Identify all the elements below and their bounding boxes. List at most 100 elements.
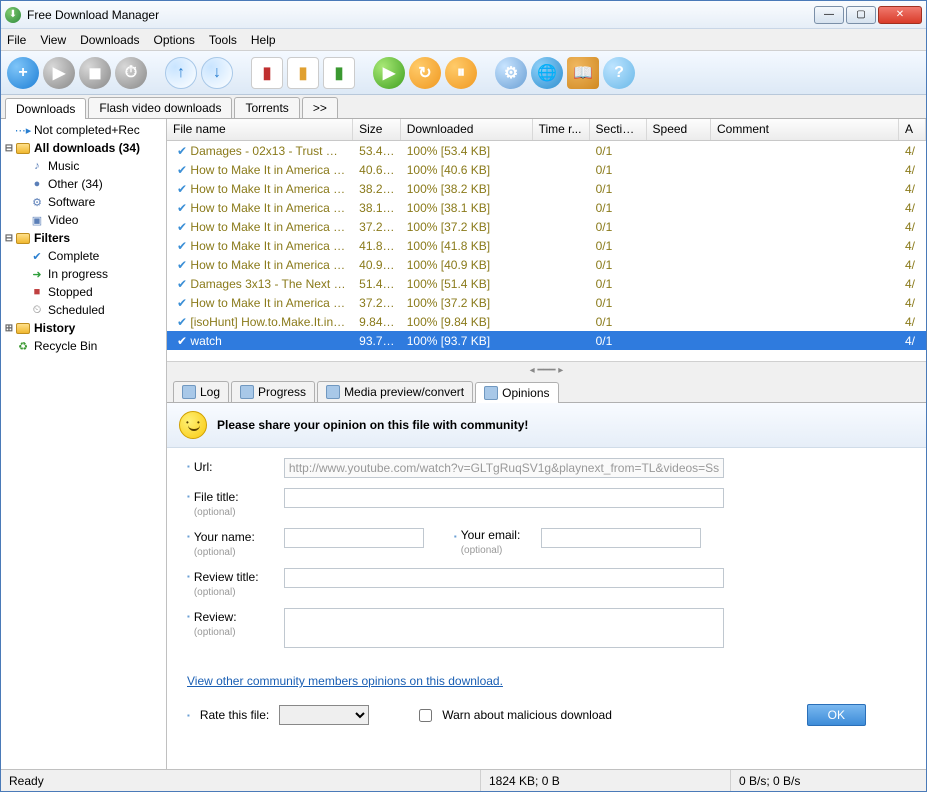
- review-title-input[interactable]: [284, 568, 724, 588]
- menu-tools[interactable]: Tools: [209, 33, 237, 47]
- status-speed: 0 B/s; 0 B/s: [731, 770, 808, 791]
- table-row[interactable]: ✔ Damages 3x13 - The Next One ...51.4 KB…: [167, 274, 926, 293]
- file-title-input[interactable]: [284, 488, 724, 508]
- table-row[interactable]: ✔ How to Make It in America 1x ...37.2 K…: [167, 293, 926, 312]
- tree-not-completed[interactable]: ⋯▸Not completed+Rec: [1, 121, 166, 139]
- about-button[interactable]: ?: [603, 57, 635, 89]
- tree-stopped[interactable]: ■Stopped: [1, 283, 166, 301]
- tab-torrents[interactable]: Torrents: [234, 97, 299, 118]
- review-label: Review:: [194, 610, 237, 624]
- table-row[interactable]: ✔ How to Make It in America 1x ...38.2 K…: [167, 179, 926, 198]
- url-input[interactable]: [284, 458, 724, 478]
- tree-complete[interactable]: ✔Complete: [1, 247, 166, 265]
- your-name-input[interactable]: [284, 528, 424, 548]
- tree-video[interactable]: ▣Video: [1, 211, 166, 229]
- move-up-button[interactable]: ↑: [165, 57, 197, 89]
- menu-view[interactable]: View: [40, 33, 66, 47]
- check-icon: ✔: [177, 163, 187, 177]
- col-downloaded[interactable]: Downloaded: [401, 119, 533, 140]
- view-opinions-link[interactable]: View other community members opinions on…: [187, 674, 503, 688]
- col-speed[interactable]: Speed: [647, 119, 711, 140]
- help-book-button[interactable]: 📖: [567, 57, 599, 89]
- sidebar-tree: ⋯▸Not completed+Rec ⊟All downloads (34) …: [1, 119, 167, 769]
- traffic-heavy-button[interactable]: ▮: [323, 57, 355, 89]
- status-size: 1824 KB; 0 B: [481, 770, 731, 791]
- move-down-button[interactable]: ↓: [201, 57, 233, 89]
- grid-header: File name Size Downloaded Time r... Sect…: [167, 119, 926, 141]
- table-row[interactable]: ✔ How to Make It in America 1x ...40.9 K…: [167, 255, 926, 274]
- start-button[interactable]: ▶: [43, 57, 75, 89]
- your-email-input[interactable]: [541, 528, 701, 548]
- menu-options[interactable]: Options: [154, 33, 195, 47]
- pause-all-button[interactable]: ↻: [409, 57, 441, 89]
- table-row[interactable]: ✔ How to Make It in America 1x ...37.2 K…: [167, 217, 926, 236]
- titlebar: ⬇ Free Download Manager — ▢ ✕: [1, 1, 926, 29]
- menu-help[interactable]: Help: [251, 33, 276, 47]
- tab-flash-video[interactable]: Flash video downloads: [88, 97, 232, 118]
- tree-other[interactable]: ●Other (34): [1, 175, 166, 193]
- tree-in-progress[interactable]: ➜In progress: [1, 265, 166, 283]
- tab-log[interactable]: Log: [173, 381, 229, 402]
- table-row[interactable]: ✔ [isoHunt] How.to.Make.It.in.A ...9.84 …: [167, 312, 926, 331]
- col-size[interactable]: Size: [353, 119, 401, 140]
- tree-filters[interactable]: ⊟Filters: [1, 229, 166, 247]
- check-icon: ✔: [177, 296, 187, 310]
- stop-button[interactable]: ◼: [79, 57, 111, 89]
- col-filename[interactable]: File name: [167, 119, 353, 140]
- opinions-icon: [484, 386, 498, 400]
- stop-all-button[interactable]: ⏸: [445, 57, 477, 89]
- your-email-label: Your email:: [461, 528, 521, 542]
- review-textarea[interactable]: [284, 608, 724, 648]
- menu-downloads[interactable]: Downloads: [80, 33, 139, 47]
- tree-software[interactable]: ⚙Software: [1, 193, 166, 211]
- warn-checkbox[interactable]: [419, 709, 432, 722]
- table-row[interactable]: ✔ Damages - 02x13 - Trust Me.srt53.4 KB1…: [167, 141, 926, 160]
- col-sections[interactable]: Sections: [590, 119, 647, 140]
- tab-opinions[interactable]: Opinions: [475, 382, 558, 403]
- your-name-label: Your name:: [194, 530, 255, 544]
- settings-button[interactable]: ⚙: [495, 57, 527, 89]
- minimize-button[interactable]: —: [814, 6, 844, 24]
- start-all-button[interactable]: ▶: [373, 57, 405, 89]
- review-title-label: Review title:: [194, 570, 259, 584]
- table-row[interactable]: ✔ How to Make It in America 1x ...41.8 K…: [167, 236, 926, 255]
- check-icon: ✔: [177, 201, 187, 215]
- grid-body[interactable]: ✔ Damages - 02x13 - Trust Me.srt53.4 KB1…: [167, 141, 926, 361]
- schedule-button[interactable]: ⏱: [115, 57, 147, 89]
- check-icon: ✔: [177, 220, 187, 234]
- browser-button[interactable]: 🌐: [531, 57, 563, 89]
- col-added[interactable]: A: [899, 119, 926, 140]
- main-panel: File name Size Downloaded Time r... Sect…: [167, 119, 926, 769]
- tab-downloads[interactable]: Downloads: [5, 98, 86, 119]
- close-button[interactable]: ✕: [878, 6, 922, 24]
- tree-music[interactable]: ♪Music: [1, 157, 166, 175]
- horizontal-scrollbar[interactable]: ◂ ━━━ ▸: [167, 361, 926, 379]
- rate-select[interactable]: [279, 705, 369, 725]
- traffic-light-button[interactable]: ▮: [251, 57, 283, 89]
- opinion-header-text: Please share your opinion on this file w…: [217, 418, 528, 432]
- col-time-remaining[interactable]: Time r...: [533, 119, 590, 140]
- add-download-button[interactable]: +: [7, 57, 39, 89]
- app-window: ⬇ Free Download Manager — ▢ ✕ File View …: [0, 0, 927, 792]
- check-icon: ✔: [177, 258, 187, 272]
- tab-progress[interactable]: Progress: [231, 381, 315, 402]
- tab-media-preview[interactable]: Media preview/convert: [317, 381, 473, 402]
- tree-history[interactable]: ⊞History: [1, 319, 166, 337]
- file-title-label: File title:: [194, 490, 239, 504]
- traffic-medium-button[interactable]: ▮: [287, 57, 319, 89]
- maximize-button[interactable]: ▢: [846, 6, 876, 24]
- tree-all-downloads[interactable]: ⊟All downloads (34): [1, 139, 166, 157]
- progress-icon: [240, 385, 254, 399]
- table-row[interactable]: ✔ How to Make It in America 1x ...40.6 K…: [167, 160, 926, 179]
- status-ready: Ready: [1, 770, 481, 791]
- table-row[interactable]: ✔ How to Make It in America 1x ...38.1 K…: [167, 198, 926, 217]
- col-comment[interactable]: Comment: [711, 119, 899, 140]
- table-row[interactable]: ✔ watch93.7 KB100% [93.7 KB]0/14/: [167, 331, 926, 350]
- tree-scheduled[interactable]: ⏲Scheduled: [1, 301, 166, 319]
- detail-tabbar: Log Progress Media preview/convert Opini…: [167, 379, 926, 403]
- tree-recycle-bin[interactable]: ♻Recycle Bin: [1, 337, 166, 355]
- ok-button[interactable]: OK: [807, 704, 866, 726]
- menu-file[interactable]: File: [7, 33, 26, 47]
- tab-more[interactable]: >>: [302, 97, 338, 118]
- rate-label: Rate this file:: [200, 708, 269, 722]
